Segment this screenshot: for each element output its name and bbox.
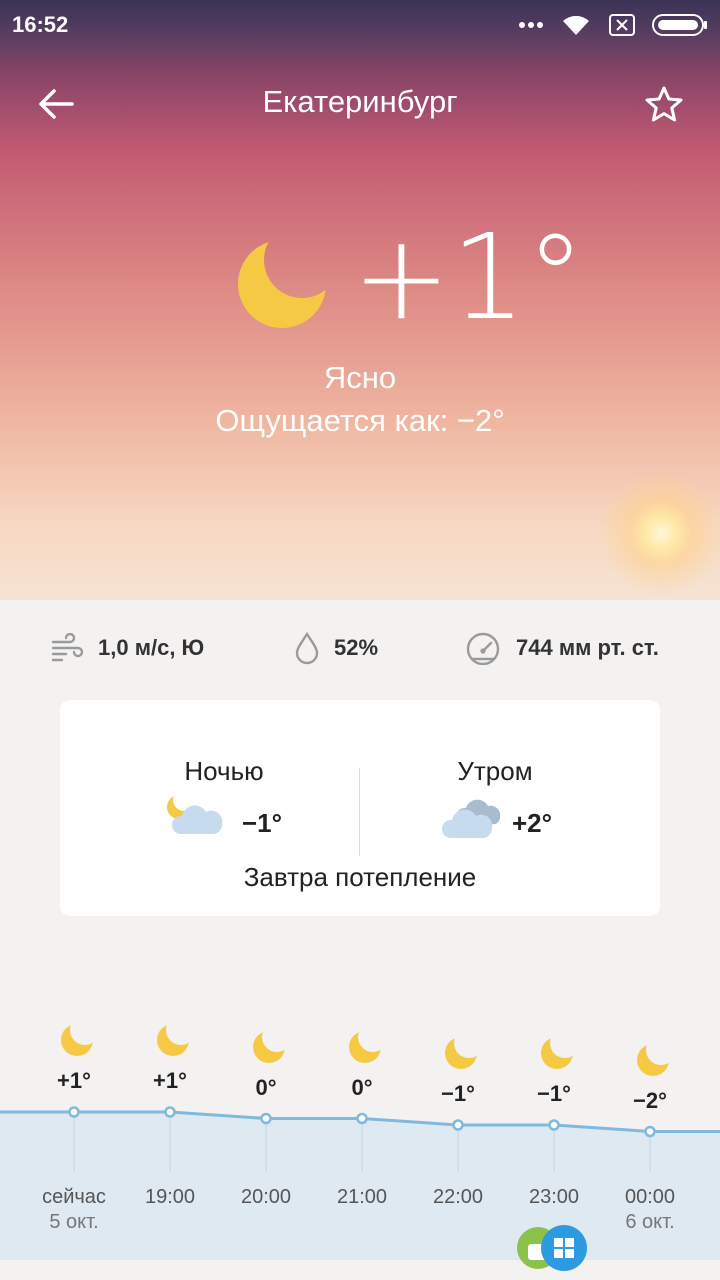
hour-temperature: +1° — [153, 1068, 187, 1093]
temperature-point — [644, 1125, 656, 1138]
feels-like: Ощущается как: −2° — [215, 403, 505, 438]
temperature-point — [356, 1112, 368, 1125]
moon-cloud-icon — [167, 795, 223, 834]
moon-icon — [157, 1024, 189, 1056]
wind-detail: 1,0 м/с, Ю — [50, 610, 204, 686]
moon-icon — [349, 1030, 381, 1063]
wind-icon — [51, 633, 84, 662]
sun-glow-decoration — [598, 470, 720, 596]
hour-date: 6 окт. — [625, 1211, 675, 1233]
hour-time: 00:00 — [624, 1186, 676, 1208]
cloudy-icon — [442, 799, 500, 838]
hour-temperature: 0° — [255, 1074, 277, 1100]
hourly-forecast[interactable]: +1° сейчас 5 окт. +1° 19:00 0° 20:00 0° 21:00 −1°… — [0, 1000, 720, 1260]
hour-temperature: −1° — [441, 1081, 475, 1106]
city-title: Екатеринбург — [262, 84, 458, 119]
moon-icon — [253, 1030, 285, 1063]
sim-off-icon — [609, 14, 635, 36]
more-dots-icon — [519, 22, 543, 28]
gauge-icon — [466, 632, 500, 665]
temperature-point — [260, 1112, 272, 1125]
morning-temp: +2° — [512, 808, 553, 838]
wind-value: 1,0 м/с, Ю — [98, 635, 205, 660]
temperature-point — [68, 1106, 80, 1118]
current-temperature: +1° — [352, 208, 585, 346]
hour-time: сейчас — [42, 1186, 106, 1208]
hour-date: 5 окт. — [49, 1211, 99, 1233]
water-drop-icon — [295, 631, 319, 665]
moon-icon — [541, 1037, 573, 1069]
hour-temperature: −2° — [633, 1087, 667, 1113]
temperature-point — [452, 1119, 464, 1131]
night-label: Ночью — [184, 756, 264, 786]
app-bar: Екатеринбург — [0, 50, 720, 160]
hour-time: 19:00 — [144, 1186, 196, 1208]
star-outline-icon — [645, 86, 683, 122]
hour-time: 23:00 — [528, 1186, 580, 1208]
hour-time: 21:00 — [336, 1186, 388, 1208]
status-bar: 16:52 — [0, 0, 720, 50]
weather-details: 1,0 м/с, Ю 52% 744 мм рт. ст. — [0, 610, 720, 686]
forecast-summary: Завтра потепление — [243, 862, 477, 892]
moon-icon — [445, 1037, 477, 1069]
status-time: 16:52 — [12, 12, 69, 37]
hour-time: 22:00 — [432, 1186, 484, 1208]
current-condition: Ясно — [323, 360, 397, 395]
temperature-point — [548, 1119, 560, 1131]
wifi-icon — [563, 15, 589, 35]
hero-section: 16:52 Екатеринбург +1° Ясно Ощущается ка… — [0, 0, 720, 600]
moon-icon — [637, 1043, 669, 1076]
moon-icon — [61, 1024, 93, 1056]
hour-temperature: +1° — [57, 1068, 91, 1093]
humidity-detail: 52% — [294, 610, 378, 686]
favorite-button[interactable] — [636, 76, 692, 132]
card-divider — [359, 768, 360, 856]
battery-icon — [652, 14, 707, 36]
humidity-value: 52% — [334, 635, 379, 660]
forecast-card[interactable]: Ночью −1° Утром +2° Завтра потепление — [60, 700, 660, 916]
night-temp: −1° — [242, 808, 283, 838]
hour-temperature: −1° — [537, 1081, 571, 1106]
pressure-value: 744 мм рт. ст. — [516, 635, 659, 660]
hour-temperature: 0° — [351, 1074, 373, 1100]
hour-time: 20:00 — [240, 1186, 292, 1208]
app-logo-icon — [517, 1225, 587, 1271]
pressure-detail: 744 мм рт. ст. — [464, 610, 659, 686]
morning-label: Утром — [457, 756, 533, 786]
temperature-point — [164, 1106, 176, 1118]
moon-icon — [238, 240, 326, 328]
